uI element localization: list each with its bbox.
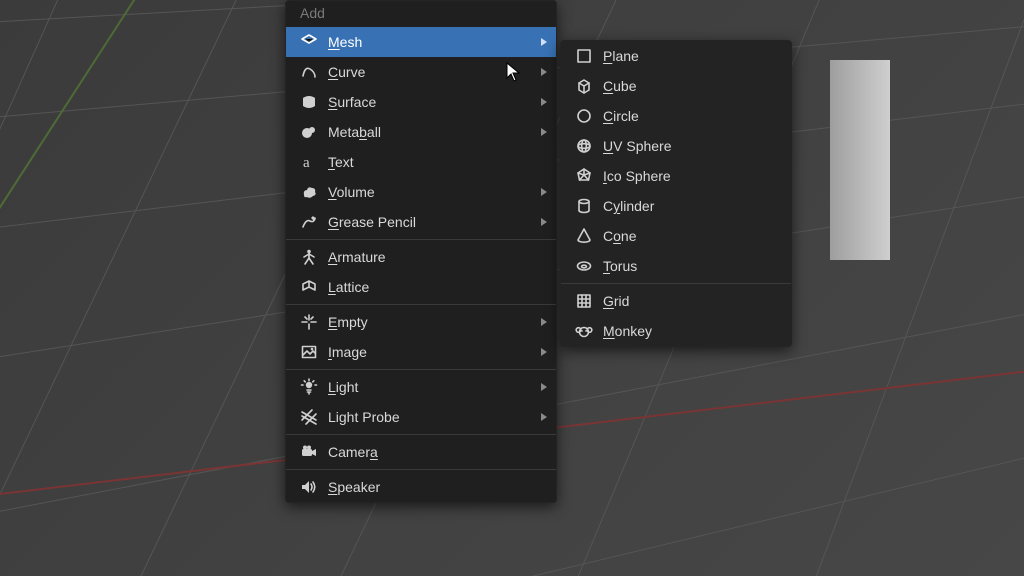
add-menu-title: Add — [286, 1, 556, 27]
add-item-label: Mesh — [328, 34, 542, 50]
add-item-speaker[interactable]: Speaker — [286, 472, 556, 502]
add-item-text[interactable]: a Text — [286, 147, 556, 177]
monkey-icon — [575, 322, 593, 340]
circle-icon — [575, 107, 593, 125]
add-item-label: Curve — [328, 64, 542, 80]
add-item-curve[interactable]: Curve — [286, 57, 556, 87]
mesh-submenu[interactable]: Plane Cube Circle UV Sphere Ico Sphere Cylind… — [560, 40, 792, 347]
mesh-item-grid[interactable]: Grid — [561, 286, 791, 316]
add-item-image[interactable]: Image — [286, 337, 556, 367]
submenu-arrow-icon — [540, 27, 548, 57]
mesh-item-plane[interactable]: Plane — [561, 41, 791, 71]
submenu-arrow-icon — [540, 307, 548, 337]
mesh-item-icosphere[interactable]: Ico Sphere — [561, 161, 791, 191]
add-item-grease[interactable]: Grease Pencil — [286, 207, 556, 237]
add-item-lightprobe[interactable]: Light Probe — [286, 402, 556, 432]
add-item-camera[interactable]: Camera — [286, 437, 556, 467]
add-item-label: Armature — [328, 249, 542, 265]
menu-separator — [286, 434, 556, 435]
add-menu[interactable]: Add Mesh Curve Surface Metaball a Text Volume G… — [285, 0, 557, 503]
mesh-item-label: Cylinder — [603, 198, 777, 214]
mesh-item-monkey[interactable]: Monkey — [561, 316, 791, 346]
lattice-icon — [300, 278, 318, 296]
add-item-empty[interactable]: Empty — [286, 307, 556, 337]
cylinder-icon — [575, 197, 593, 215]
mesh-item-label: Grid — [603, 293, 777, 309]
grease-pencil-icon — [300, 213, 318, 231]
plane-icon — [575, 47, 593, 65]
submenu-arrow-icon — [540, 57, 548, 87]
submenu-arrow-icon — [540, 402, 548, 432]
mesh-item-label: Torus — [603, 258, 777, 274]
menu-separator — [561, 283, 791, 284]
mesh-item-label: Ico Sphere — [603, 168, 777, 184]
mesh-item-label: Cone — [603, 228, 777, 244]
menu-separator — [286, 304, 556, 305]
submenu-arrow-icon — [540, 337, 548, 367]
camera-icon — [300, 443, 318, 461]
mesh-item-cube[interactable]: Cube — [561, 71, 791, 101]
grid-icon — [575, 292, 593, 310]
menu-separator — [286, 469, 556, 470]
add-item-label: Light — [328, 379, 542, 395]
submenu-arrow-icon — [540, 372, 548, 402]
speaker-icon — [300, 478, 318, 496]
add-item-label: Metaball — [328, 124, 542, 140]
submenu-arrow-icon — [540, 87, 548, 117]
add-item-label: Text — [328, 154, 542, 170]
mesh-item-label: UV Sphere — [603, 138, 777, 154]
curve-icon — [300, 63, 318, 81]
mesh-item-cone[interactable]: Cone — [561, 221, 791, 251]
add-item-metaball[interactable]: Metaball — [286, 117, 556, 147]
add-item-label: Camera — [328, 444, 542, 460]
mesh-item-label: Circle — [603, 108, 777, 124]
menu-separator — [286, 239, 556, 240]
add-item-mesh[interactable]: Mesh — [286, 27, 556, 57]
add-item-label: Light Probe — [328, 409, 542, 425]
ico-sphere-icon — [575, 167, 593, 185]
submenu-arrow-icon — [540, 207, 548, 237]
metaball-icon — [300, 123, 318, 141]
text-icon: a — [300, 153, 318, 171]
add-item-label: Lattice — [328, 279, 542, 295]
surface-icon — [300, 93, 318, 111]
light-icon — [300, 378, 318, 396]
image-icon — [300, 343, 318, 361]
mesh-item-cylinder[interactable]: Cylinder — [561, 191, 791, 221]
submenu-arrow-icon — [540, 117, 548, 147]
add-item-volume[interactable]: Volume — [286, 177, 556, 207]
svg-text:a: a — [303, 155, 310, 171]
mesh-item-label: Monkey — [603, 323, 777, 339]
add-item-label: Speaker — [328, 479, 542, 495]
armature-icon — [300, 248, 318, 266]
cube-icon — [575, 77, 593, 95]
torus-icon — [575, 257, 593, 275]
uv-sphere-icon — [575, 137, 593, 155]
cone-icon — [575, 227, 593, 245]
light-probe-icon — [300, 408, 318, 426]
mesh-item-uvsphere[interactable]: UV Sphere — [561, 131, 791, 161]
add-item-light[interactable]: Light — [286, 372, 556, 402]
mesh-item-torus[interactable]: Torus — [561, 251, 791, 281]
submenu-arrow-icon — [540, 177, 548, 207]
volume-icon — [300, 183, 318, 201]
default-cube[interactable] — [830, 60, 890, 260]
menu-separator — [286, 369, 556, 370]
mesh-item-circle[interactable]: Circle — [561, 101, 791, 131]
add-item-surface[interactable]: Surface — [286, 87, 556, 117]
add-item-label: Grease Pencil — [328, 214, 542, 230]
mesh-icon — [300, 33, 318, 51]
add-item-label: Image — [328, 344, 542, 360]
mesh-item-label: Plane — [603, 48, 777, 64]
add-item-label: Volume — [328, 184, 542, 200]
empty-icon — [300, 313, 318, 331]
mesh-item-label: Cube — [603, 78, 777, 94]
add-item-label: Empty — [328, 314, 542, 330]
add-item-label: Surface — [328, 94, 542, 110]
add-item-armature[interactable]: Armature — [286, 242, 556, 272]
add-item-lattice[interactable]: Lattice — [286, 272, 556, 302]
